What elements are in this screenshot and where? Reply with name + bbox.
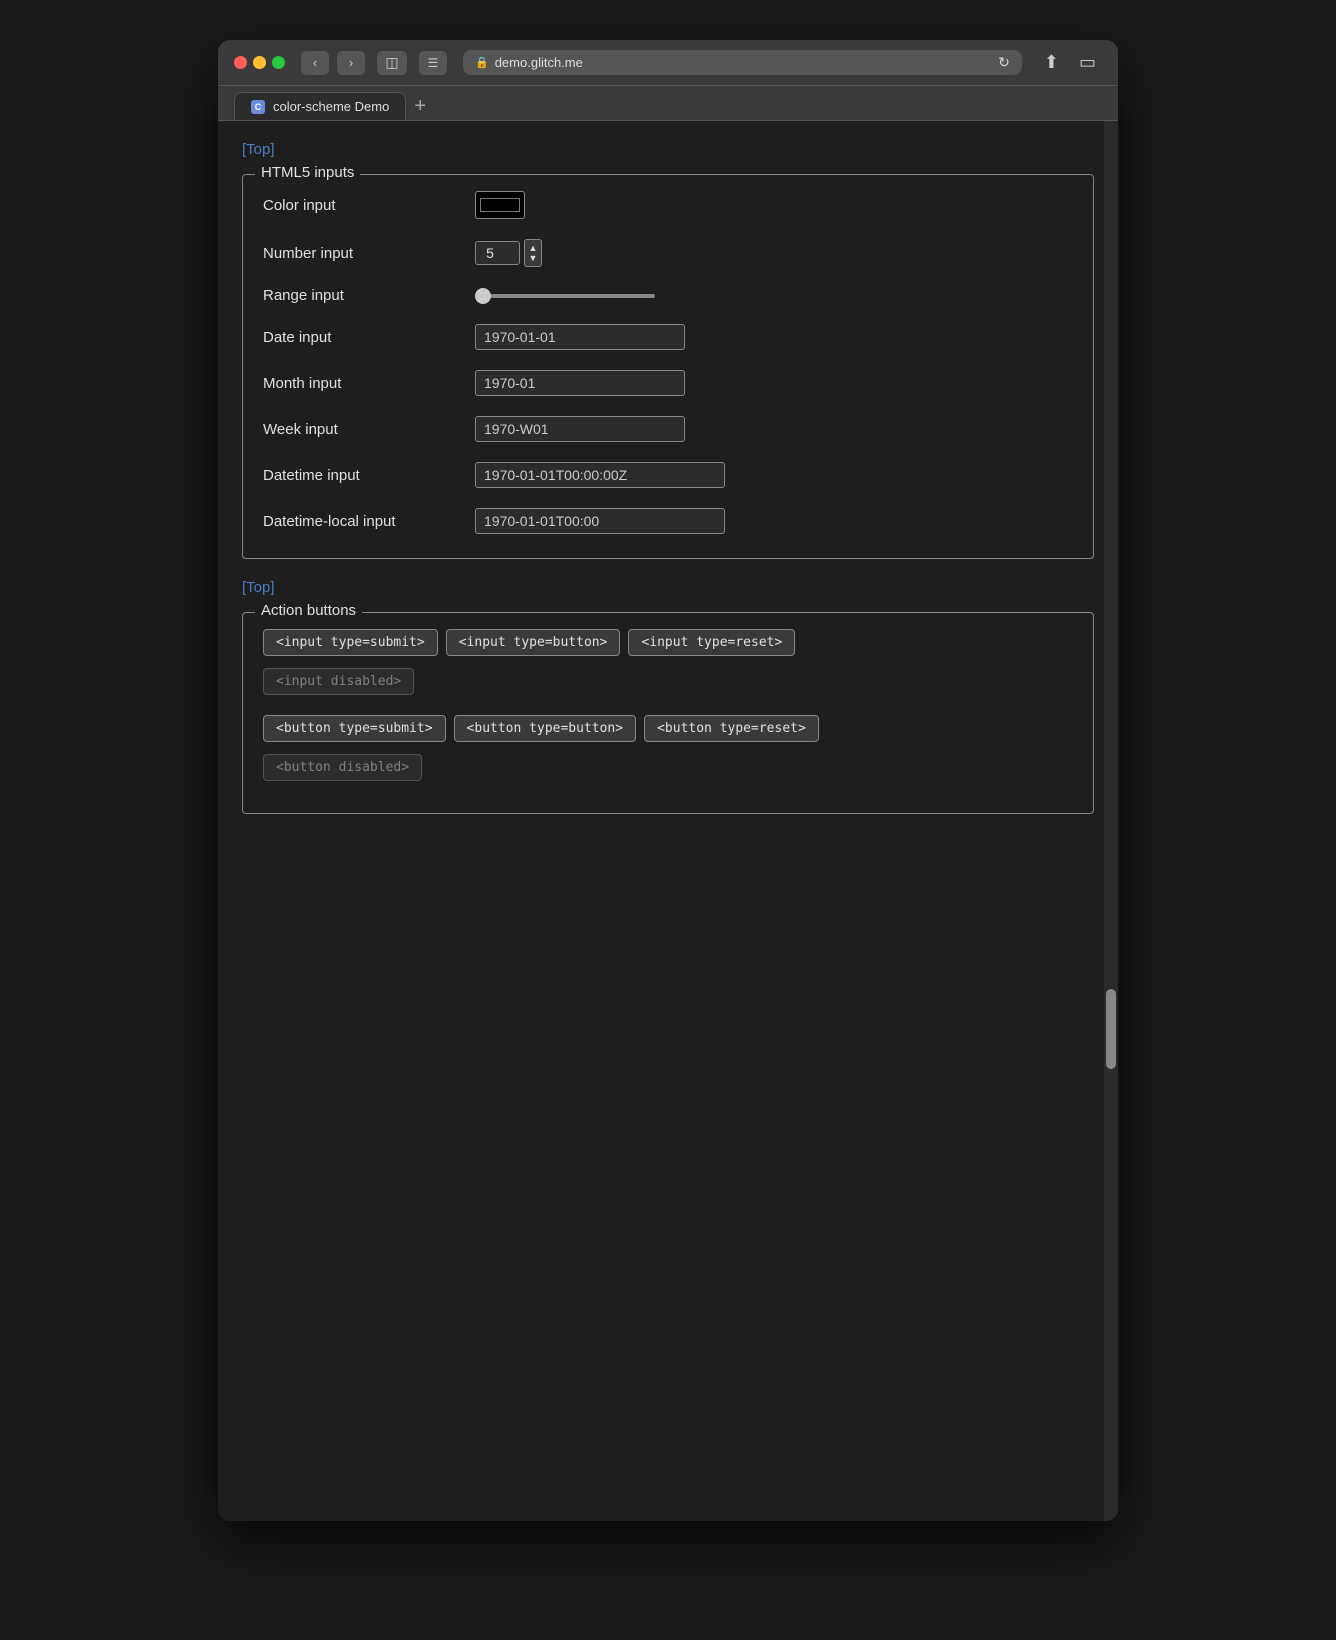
- action-buttons-section: Action buttons <input type=submit> <inpu…: [242, 612, 1094, 814]
- datetime-local-input-label: Datetime-local input: [263, 513, 463, 530]
- reader-mode-button[interactable]: ☰: [419, 51, 447, 75]
- close-button[interactable]: [234, 56, 247, 69]
- datetime-local-input[interactable]: [475, 508, 725, 534]
- maximize-button[interactable]: [272, 56, 285, 69]
- number-input-row: Number input ▲ ▼: [263, 239, 1073, 267]
- share-button[interactable]: ⬆: [1038, 50, 1065, 75]
- input-reset-button[interactable]: <input type=reset>: [628, 629, 795, 656]
- button-button-button[interactable]: <button type=button>: [454, 715, 637, 742]
- datetime-input-row: Datetime input: [263, 462, 1073, 488]
- input-button-button[interactable]: <input type=button>: [446, 629, 621, 656]
- month-input[interactable]: [475, 370, 685, 396]
- new-tab-button[interactable]: +: [406, 95, 434, 118]
- minimize-button[interactable]: [253, 56, 266, 69]
- button-buttons-group: <button type=submit> <button type=button…: [263, 715, 1073, 742]
- input-buttons-group: <input type=submit> <input type=button> …: [263, 629, 1073, 656]
- datetime-input[interactable]: [475, 462, 725, 488]
- action-legend: Action buttons: [255, 602, 362, 619]
- date-input-row: Date input: [263, 324, 1073, 350]
- range-input-row: Range input: [263, 287, 1073, 304]
- tab-title: color-scheme Demo: [273, 99, 389, 114]
- active-tab[interactable]: C color-scheme Demo: [234, 92, 406, 120]
- button-disabled-button: <button disabled>: [263, 754, 422, 781]
- forward-button[interactable]: ›: [337, 51, 365, 75]
- week-input-row: Week input: [263, 416, 1073, 442]
- address-bar[interactable]: 🔒 demo.glitch.me ↻: [463, 50, 1022, 75]
- color-input[interactable]: [475, 191, 525, 219]
- tabbar: C color-scheme Demo +: [218, 86, 1118, 121]
- week-input[interactable]: [475, 416, 685, 442]
- url-text: demo.glitch.me: [495, 55, 583, 70]
- color-input-row: Color input: [263, 191, 1073, 219]
- top-link-1[interactable]: [Top]: [242, 141, 275, 158]
- back-button[interactable]: ‹: [301, 51, 329, 75]
- week-input-label: Week input: [263, 421, 463, 438]
- number-input-label: Number input: [263, 245, 463, 262]
- scrollbar-thumb[interactable]: [1106, 989, 1116, 1069]
- sidebar-toggle-button[interactable]: ◫: [377, 51, 407, 75]
- input-submit-button[interactable]: <input type=submit>: [263, 629, 438, 656]
- new-tab-icon-button[interactable]: ▭: [1073, 50, 1102, 75]
- month-input-label: Month input: [263, 375, 463, 392]
- html5-legend: HTML5 inputs: [255, 164, 360, 181]
- input-disabled-group: <input disabled>: [263, 668, 1073, 695]
- top-link-2[interactable]: [Top]: [242, 579, 275, 596]
- traffic-lights: [234, 56, 285, 69]
- number-wrapper: ▲ ▼: [475, 239, 542, 267]
- month-input-row: Month input: [263, 370, 1073, 396]
- date-input-label: Date input: [263, 329, 463, 346]
- button-disabled-group: <button disabled>: [263, 754, 1073, 781]
- number-spinner[interactable]: ▲ ▼: [524, 239, 542, 267]
- range-input-label: Range input: [263, 287, 463, 304]
- date-input[interactable]: [475, 324, 685, 350]
- browser-window: ‹ › ◫ ☰ 🔒 demo.glitch.me ↻ ⬆ ▭ C color-s…: [218, 40, 1118, 1521]
- datetime-local-input-row: Datetime-local input: [263, 508, 1073, 534]
- range-input[interactable]: [475, 294, 655, 298]
- tab-favicon: C: [251, 100, 265, 114]
- lock-icon: 🔒: [475, 56, 489, 69]
- html5-inputs-section: HTML5 inputs Color input Number input ▲ …: [242, 174, 1094, 559]
- color-input-label: Color input: [263, 197, 463, 214]
- number-input[interactable]: [475, 241, 520, 265]
- input-disabled-button: <input disabled>: [263, 668, 414, 695]
- page-content: [Top] HTML5 inputs Color input Number in…: [218, 121, 1118, 1521]
- scrollbar-track[interactable]: [1104, 121, 1118, 1521]
- button-submit-button[interactable]: <button type=submit>: [263, 715, 446, 742]
- titlebar: ‹ › ◫ ☰ 🔒 demo.glitch.me ↻ ⬆ ▭: [218, 40, 1118, 86]
- datetime-input-label: Datetime input: [263, 467, 463, 484]
- button-reset-button[interactable]: <button type=reset>: [644, 715, 819, 742]
- reload-button[interactable]: ↻: [998, 54, 1010, 71]
